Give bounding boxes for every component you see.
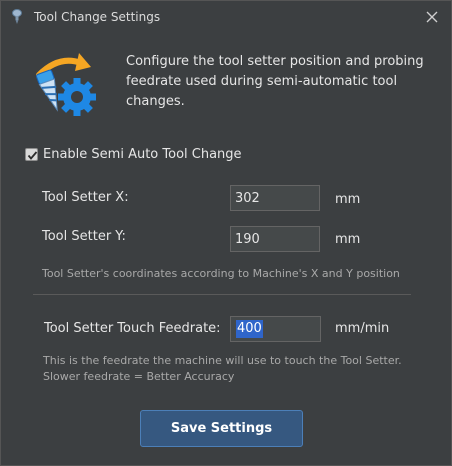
tool-setter-y-label: Tool Setter Y: [42,229,126,244]
enable-semi-auto-checkbox[interactable]: Enable Semi Auto Tool Change [25,147,242,162]
touch-feedrate-input[interactable]: 400 [230,316,321,342]
title-bar: Tool Change Settings [1,1,451,33]
tool-setter-x-label: Tool Setter X: [42,190,129,205]
feedrate-hint-line-1: This is the feedrate the machine will us… [43,354,402,367]
section-divider [33,294,411,295]
feedrate-hint-line-2: Slower feedrate = Better Accuracy [43,370,235,383]
window-title: Tool Change Settings [34,10,161,24]
touch-feedrate-value: 400 [236,320,263,338]
probe-icon [10,9,24,25]
touch-feedrate-unit: mm/min [335,321,390,336]
touch-feedrate-label: Tool Setter Touch Feedrate: [44,321,221,336]
tool-change-gear-icon [29,49,101,121]
enable-semi-auto-label: Enable Semi Auto Tool Change [43,147,242,162]
save-settings-button[interactable]: Save Settings [140,410,303,447]
tool-setter-y-unit: mm [335,232,361,247]
checkbox-checked-icon[interactable] [25,148,38,161]
tool-setter-y-input[interactable] [230,226,320,252]
coordinates-hint: Tool Setter's coordinates according to M… [42,267,400,280]
tool-setter-x-unit: mm [335,192,361,207]
tool-setter-x-input[interactable] [230,185,320,211]
close-icon[interactable] [421,6,443,28]
feedrate-hint: This is the feedrate the machine will us… [43,353,433,385]
tool-change-settings-dialog: Tool Change Settings Configure the tool … [0,0,452,466]
header-description: Configure the tool setter position and p… [126,54,424,109]
